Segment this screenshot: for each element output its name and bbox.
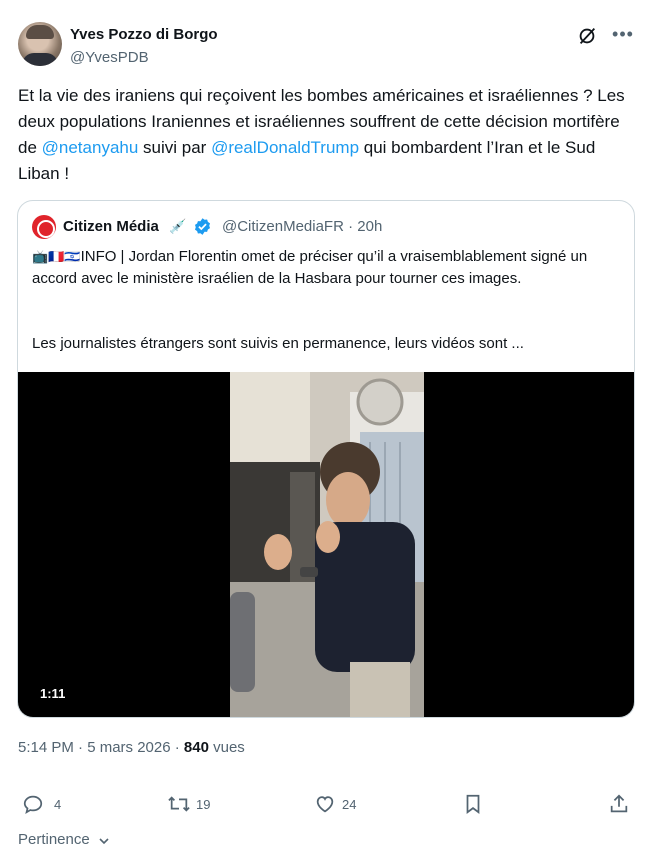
quoted-text-body: INFO | Jordan Florentin omet de préciser…	[32, 248, 588, 287]
tweet-meta: 5:14 PM · 5 mars 2026 · 840 vues	[18, 739, 245, 756]
repost-button[interactable]: 19	[166, 790, 236, 818]
share-icon	[610, 794, 628, 813]
mention-netanyahu[interactable]: @netanyahu	[42, 138, 139, 157]
bookmark-button[interactable]	[462, 790, 486, 818]
syringe-emoji: 💉	[169, 218, 187, 234]
mention-realdonaldtrump[interactable]: @realDonaldTrump	[211, 138, 359, 157]
reply-icon	[23, 795, 43, 815]
tweet-text-part: suivi par	[138, 138, 212, 157]
repost-count: 19	[196, 797, 211, 812]
views-count: 840	[183, 739, 209, 756]
more-options-icon[interactable]: •••	[612, 25, 634, 47]
views-label: vues	[208, 739, 245, 756]
video-duration: 1:11	[40, 686, 66, 701]
quoted-tweet-header: Citizen Média 💉 @CitizenMediaFR · 20h	[32, 215, 622, 239]
video-player[interactable]: 1:11	[18, 372, 634, 717]
quoted-tweet-text-continued: Les journalistes étrangers sont suivis e…	[32, 335, 524, 352]
action-bar: 4 19 24	[18, 790, 638, 820]
video-thumbnail	[230, 372, 424, 717]
quoted-author-name[interactable]: Citizen Média	[63, 218, 159, 235]
flag-emojis: 📺🇫🇷🇮🇱	[32, 249, 81, 264]
chevron-down-icon[interactable]	[97, 834, 111, 848]
bookmark-icon	[466, 794, 480, 814]
repost-icon	[168, 796, 190, 812]
verified-badge-icon	[194, 218, 211, 235]
quoted-author-avatar[interactable]	[32, 215, 56, 239]
quoted-tweet-text: 📺🇫🇷🇮🇱INFO | Jordan Florentin omet de pré…	[32, 246, 622, 290]
author-name[interactable]: Yves Pozzo di Borgo	[70, 26, 218, 43]
quoted-author-handle-time[interactable]: @CitizenMediaFR · 20h	[222, 218, 382, 235]
tweet-datetime[interactable]: 5:14 PM · 5 mars 2026 ·	[18, 739, 184, 756]
heart-icon	[316, 796, 334, 813]
tweet-header: Yves Pozzo di Borgo @YvesPDB •••	[18, 21, 638, 69]
replies-sort-dropdown[interactable]: Pertinence	[18, 831, 90, 848]
quoted-tweet[interactable]: Citizen Média 💉 @CitizenMediaFR · 20h 📺🇫…	[17, 200, 635, 718]
author-avatar[interactable]	[18, 22, 62, 66]
reply-button[interactable]: 4	[22, 790, 82, 818]
like-count: 24	[342, 797, 357, 812]
author-handle[interactable]: @YvesPDB	[70, 49, 149, 66]
grok-icon[interactable]	[576, 25, 598, 47]
reply-count: 4	[54, 797, 62, 812]
share-button[interactable]	[608, 790, 632, 818]
tweet-text: Et la vie des iraniens qui reçoivent les…	[18, 83, 638, 187]
like-button[interactable]: 24	[314, 790, 374, 818]
